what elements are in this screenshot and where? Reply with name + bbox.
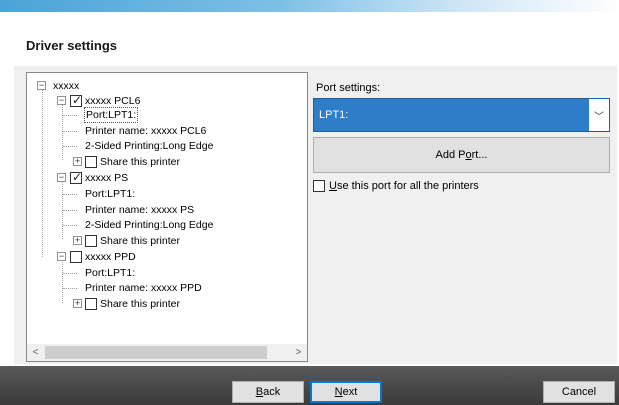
tree-guide-line [62, 260, 63, 303]
add-port-label: Add P [435, 149, 466, 161]
port-select-value: LPT1: [319, 109, 349, 121]
use-port-label-text: se this port for all the printers [336, 180, 479, 192]
collapse-icon[interactable]: − [37, 81, 46, 90]
share-checkbox[interactable] [85, 156, 97, 168]
share-checkbox[interactable] [85, 298, 97, 310]
printer-name-setting[interactable]: Printer name: xxxxx PS [85, 203, 194, 217]
tree-guide-line [63, 288, 77, 289]
share-label[interactable]: Share this printer [100, 234, 180, 248]
use-port-for-all-checkbox[interactable] [313, 180, 325, 192]
tree-guide-line [63, 225, 77, 226]
printer-name-label[interactable]: xxxxx PS [85, 171, 128, 185]
tree-guide-line [63, 273, 77, 274]
next-mnemonic: N [334, 386, 343, 398]
printer-name-setting[interactable]: Printer name: xxxxx PPD [85, 281, 202, 295]
port-settings-label: Port settings: [316, 82, 381, 94]
scroll-left-icon[interactable]: < [27, 344, 44, 361]
printer-tree: − xxxxx − ✓ xxxxx PCL6 Port:LPT1: Printe… [27, 73, 307, 343]
use-port-for-all-label[interactable]: Use this port for all the printers [329, 180, 479, 193]
tree-guide-line [63, 194, 77, 195]
printer-checkbox[interactable] [70, 251, 82, 263]
tree-guide-line [63, 210, 77, 211]
port-select[interactable]: LPT1: ﹀ [313, 98, 610, 132]
collapse-icon[interactable]: − [57, 252, 66, 261]
tree-guide-line [63, 131, 77, 132]
page-title: Driver settings [26, 38, 118, 53]
tree-guide-line [63, 146, 77, 147]
tree-guide-line [63, 115, 77, 116]
back-button[interactable]: Back [232, 381, 304, 403]
printer-checkbox[interactable]: ✓ [70, 170, 83, 184]
tree-node-root-label[interactable]: xxxxx [53, 79, 79, 93]
printer-name-setting[interactable]: Printer name: xxxxx PCL6 [85, 124, 206, 138]
printer-checkbox[interactable]: ✓ [70, 93, 83, 107]
collapse-icon[interactable]: − [57, 173, 66, 182]
checkmark-icon: ✓ [72, 170, 83, 184]
expand-icon[interactable]: + [73, 157, 82, 166]
port-label[interactable]: Port:LPT1: [85, 187, 135, 201]
use-port-mnemonic: U [329, 180, 337, 192]
back-mnemonic: B [255, 386, 264, 398]
expand-icon[interactable]: + [73, 299, 82, 308]
printer-name-label[interactable]: xxxxx PPD [85, 250, 136, 264]
duplex-setting[interactable]: 2-Sided Printing:Long Edge [85, 139, 213, 153]
add-port-label-end: rt... [471, 149, 488, 161]
tree-guide-line [42, 87, 43, 257]
expand-icon[interactable]: + [73, 236, 82, 245]
chevron-down-icon: ﹀ [594, 112, 604, 123]
duplex-setting[interactable]: 2-Sided Printing:Long Edge [85, 218, 213, 232]
checkmark-icon: ✓ [72, 93, 83, 107]
printer-tree-panel: − xxxxx − ✓ xxxxx PCL6 Port:LPT1: Printe… [26, 72, 308, 362]
share-checkbox[interactable] [85, 235, 97, 247]
next-label: ext [342, 386, 358, 398]
header-gradient-band [0, 0, 619, 12]
printer-name-label[interactable]: xxxxx PCL6 [85, 94, 140, 108]
horizontal-scrollbar[interactable]: < > [27, 344, 307, 361]
next-button[interactable]: Next [310, 381, 382, 403]
scroll-right-icon[interactable]: > [290, 344, 307, 361]
port-label[interactable]: Port:LPT1: [85, 266, 135, 280]
port-label[interactable]: Port:LPT1: [83, 107, 139, 123]
share-label[interactable]: Share this printer [100, 155, 180, 169]
collapse-icon[interactable]: − [57, 96, 66, 105]
add-port-button[interactable]: Add Port... [313, 137, 610, 173]
cancel-button[interactable]: Cancel [543, 381, 615, 403]
scrollbar-thumb[interactable] [45, 346, 267, 359]
dropdown-button[interactable]: ﹀ [589, 99, 609, 131]
back-label: ack [263, 386, 281, 398]
share-label[interactable]: Share this printer [100, 297, 180, 311]
